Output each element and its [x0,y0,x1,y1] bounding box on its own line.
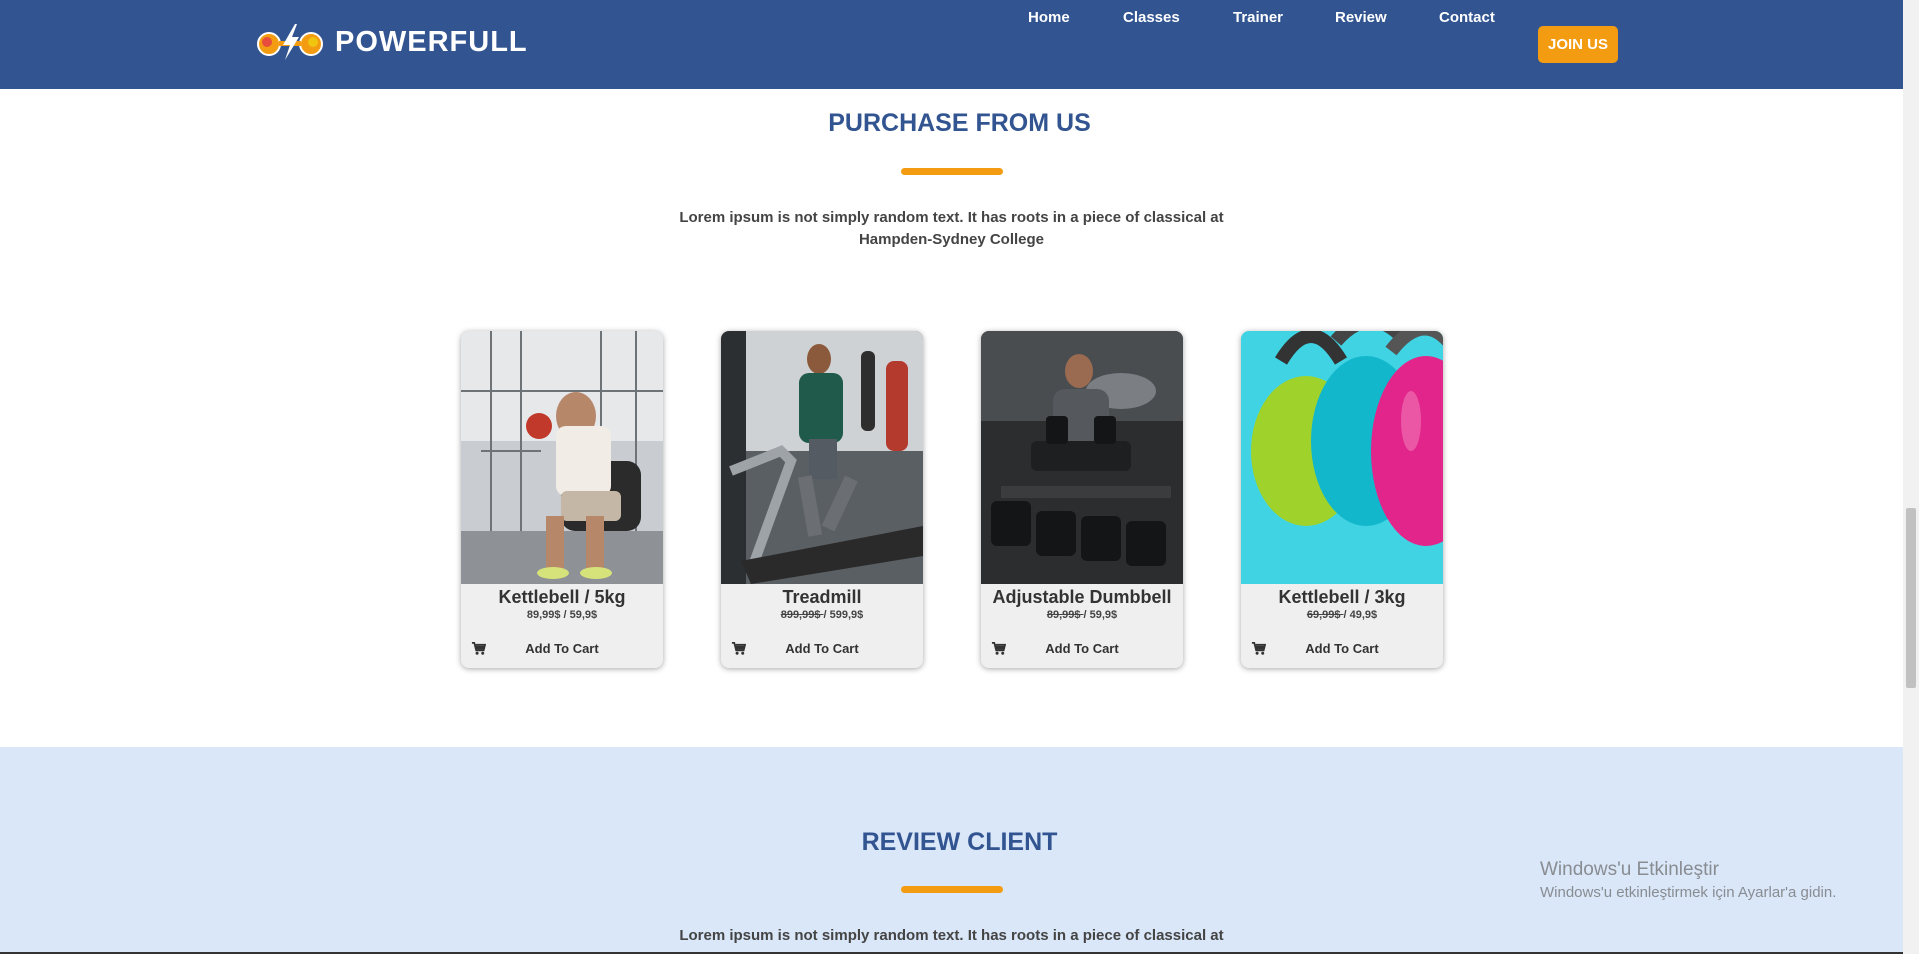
join-us-button[interactable]: JOIN US [1538,26,1618,63]
old-price: 69,99$ [1306,609,1344,621]
nav-trainer[interactable]: Trainer [1233,9,1283,26]
purchase-intro: Lorem ipsum is not simply random text. I… [679,209,1224,248]
title-underline [901,168,1003,175]
product-name: Kettlebell / 3kg [1278,587,1406,607]
product-price: 69,99$ / 49,9$ [1241,609,1443,621]
top-navbar: POWERFULL Home Classes Trainer Review Co… [0,0,1903,89]
nav-home[interactable]: Home [1028,9,1070,26]
add-to-cart-button[interactable]: Add To Cart [981,638,1183,660]
product-name: Treadmill [782,587,862,607]
review-title: REVIEW CLIENT [861,828,1058,856]
old-price: 89,99$ [1046,609,1084,621]
product-card: Kettlebell / 3kg 69,99$ / 49,9$ Add To C… [1241,331,1443,668]
review-intro: Lorem ipsum is not simply random text. I… [679,927,1224,944]
watermark-title: Windows'u Etkinleştir [1540,859,1719,880]
new-price: / 49,9$ [1343,609,1378,621]
brand-logo[interactable]: POWERFULL [257,22,528,62]
man-on-treadmill-photo [721,331,923,584]
add-to-cart-button[interactable]: Add To Cart [721,638,923,660]
product-name: Adjustable Dumbbell [992,587,1172,607]
product-card: Kettlebell / 5kg 89,99$ / 59,9$ Add To C… [461,331,663,668]
add-to-cart-label: Add To Cart [785,641,859,656]
add-to-cart-button[interactable]: Add To Cart [1241,638,1443,660]
title-underline [901,886,1003,893]
scrollbar-thumb[interactable] [1906,508,1916,688]
nav-classes[interactable]: Classes [1123,9,1180,26]
product-card: Treadmill 899,99$ / 599,9$ Add To Cart [721,331,923,668]
product-card: Adjustable Dumbbell 89,99$ / 59,9$ Add T… [981,331,1183,668]
product-price: 89,99$ / 59,9$ [461,609,663,621]
price-text: 89,99$ / 59,9$ [526,609,598,621]
new-price: / 59,9$ [1083,609,1118,621]
product-price: 899,99$ / 599,9$ [721,609,923,621]
nav-review[interactable]: Review [1335,9,1387,26]
add-to-cart-button[interactable]: Add To Cart [461,638,663,660]
add-to-cart-label: Add To Cart [1305,641,1379,656]
man-with-dumbbells-photo [981,331,1183,584]
nav-contact[interactable]: Contact [1439,9,1495,26]
watermark-subtitle: Windows'u etkinleştirmek için Ayarlar'a … [1540,884,1837,901]
brand-name: POWERFULL [335,25,528,58]
dumbbell-lightning-logo-icon [257,24,323,60]
colorful-kettlebells-photo [1241,331,1443,584]
purchase-title: PURCHASE FROM US [828,109,1091,137]
old-price: 899,99$ [780,609,824,621]
add-to-cart-label: Add To Cart [1045,641,1119,656]
page-scrollbar[interactable] [1903,0,1919,954]
product-name: Kettlebell / 5kg [498,587,626,607]
new-price: / 599,9$ [823,609,864,621]
windows-activation-watermark: Windows'u Etkinleştir Windows'u etkinleş… [1540,859,1836,901]
add-to-cart-label: Add To Cart [525,641,599,656]
product-price: 89,99$ / 59,9$ [981,609,1183,621]
man-with-red-kettlebell-photo [461,331,663,584]
